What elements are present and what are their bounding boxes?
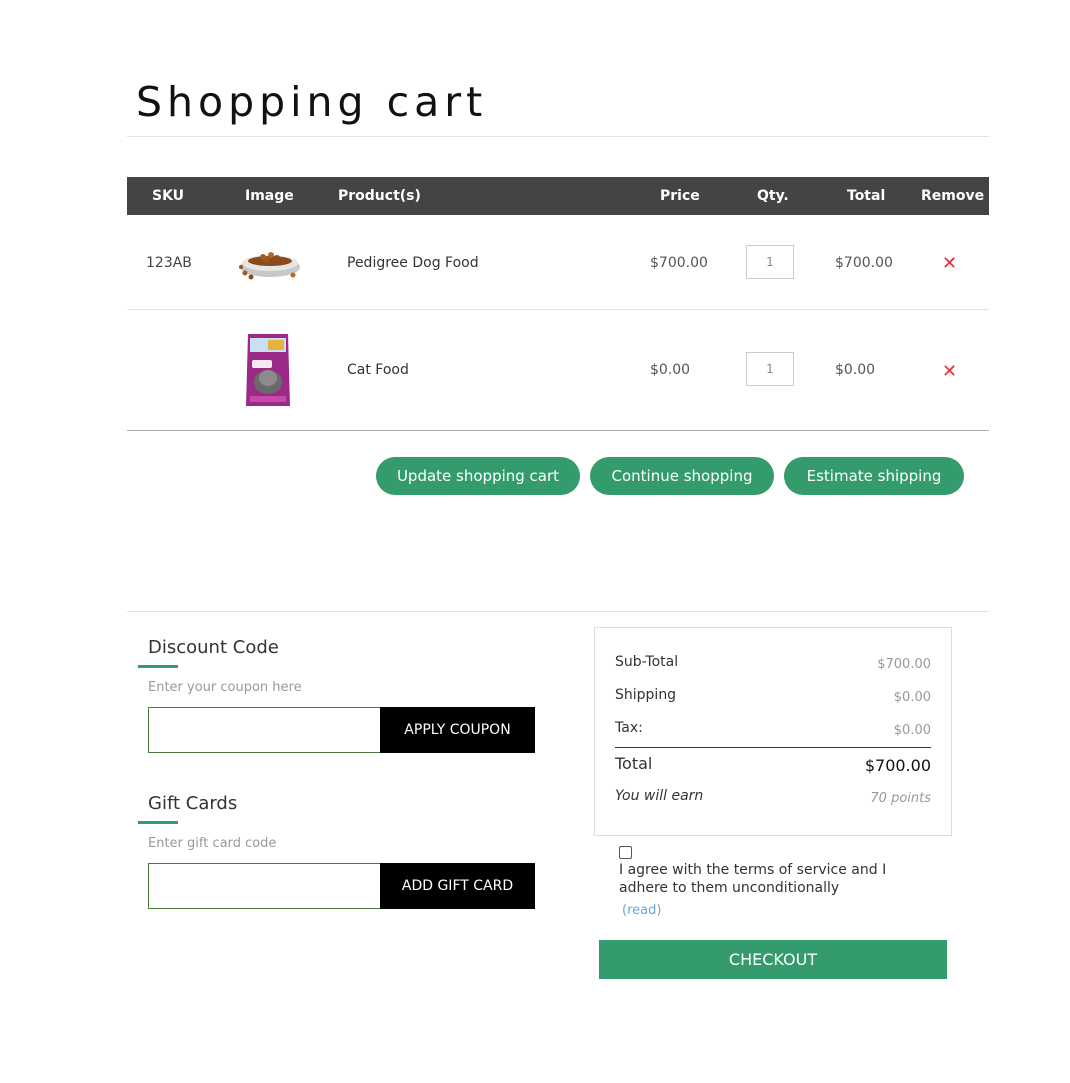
quantity-input[interactable]: 1 [746, 245, 794, 279]
estimate-shipping-button[interactable]: Estimate shipping [784, 457, 964, 495]
tax-label: Tax: [615, 720, 643, 736]
subtotal-value: $700.00 [877, 657, 931, 672]
total-value: $700.00 [864, 756, 931, 775]
remove-icon[interactable]: ✕ [942, 361, 957, 382]
discount-title: Discount Code [148, 637, 279, 658]
tax-value: $0.00 [893, 723, 931, 738]
row-price: $700.00 [650, 255, 708, 271]
shipping-label: Shipping [615, 687, 677, 703]
header-qty: Qty. [757, 188, 789, 204]
apply-coupon-button[interactable]: APPLY COUPON [380, 707, 535, 753]
terms-read-link[interactable]: (read) [622, 903, 661, 918]
page-title: Shopping cart [136, 78, 488, 126]
header-image: Image [245, 188, 294, 204]
discount-hint: Enter your coupon here [148, 680, 302, 695]
terms-checkbox[interactable] [619, 846, 632, 859]
continue-shopping-button[interactable]: Continue shopping [590, 457, 774, 495]
row-product-name[interactable]: Cat Food [347, 362, 409, 378]
row-price: $0.00 [650, 362, 691, 378]
row-total: $700.00 [835, 255, 893, 271]
header-sku: SKU [152, 188, 185, 204]
table-bottom-border [127, 430, 989, 431]
quantity-input[interactable]: 1 [746, 352, 794, 386]
title-divider [127, 136, 989, 137]
remove-icon[interactable]: ✕ [942, 253, 957, 274]
dog-food-bowl-image[interactable] [235, 237, 305, 287]
section-divider [127, 611, 989, 612]
cat-food-bag-image[interactable] [244, 330, 292, 410]
add-gift-card-button[interactable]: ADD GIFT CARD [380, 863, 535, 909]
shipping-value: $0.00 [893, 690, 931, 705]
gift-card-hint: Enter gift card code [148, 836, 277, 851]
gift-cards-title: Gift Cards [148, 793, 238, 814]
gift-card-input[interactable] [148, 863, 381, 909]
total-label: Total [615, 754, 653, 773]
summary-divider [615, 747, 931, 748]
table-row: Cat Food $0.00 1 $0.00 ✕ [127, 310, 989, 430]
cart-table-header: SKU Image Product(s) Price Qty. Total Re… [127, 177, 989, 215]
row-product-name[interactable]: Pedigree Dog Food [347, 255, 479, 271]
order-summary: Sub-Total $700.00 Shipping $0.00 Tax: $0… [594, 627, 952, 836]
header-price: Price [660, 188, 700, 204]
coupon-input[interactable] [148, 707, 381, 753]
checkout-button[interactable]: CHECKOUT [599, 940, 947, 979]
row-total: $0.00 [835, 362, 876, 378]
header-product: Product(s) [338, 188, 421, 204]
gift-cards-title-underline [138, 821, 178, 824]
subtotal-label: Sub-Total [615, 654, 679, 670]
terms-text: I agree with the terms of service and I … [619, 862, 887, 896]
header-total: Total [847, 188, 886, 204]
row-sku: 123AB [146, 255, 192, 271]
earn-label: You will earn [615, 788, 704, 804]
discount-title-underline [138, 665, 178, 668]
earn-value: 70 points [870, 791, 931, 806]
update-cart-button[interactable]: Update shopping cart [376, 457, 580, 495]
table-row: 123AB Pedigree Dog Food $700.00 1 $700.0… [127, 215, 989, 309]
header-remove: Remove [921, 188, 985, 204]
